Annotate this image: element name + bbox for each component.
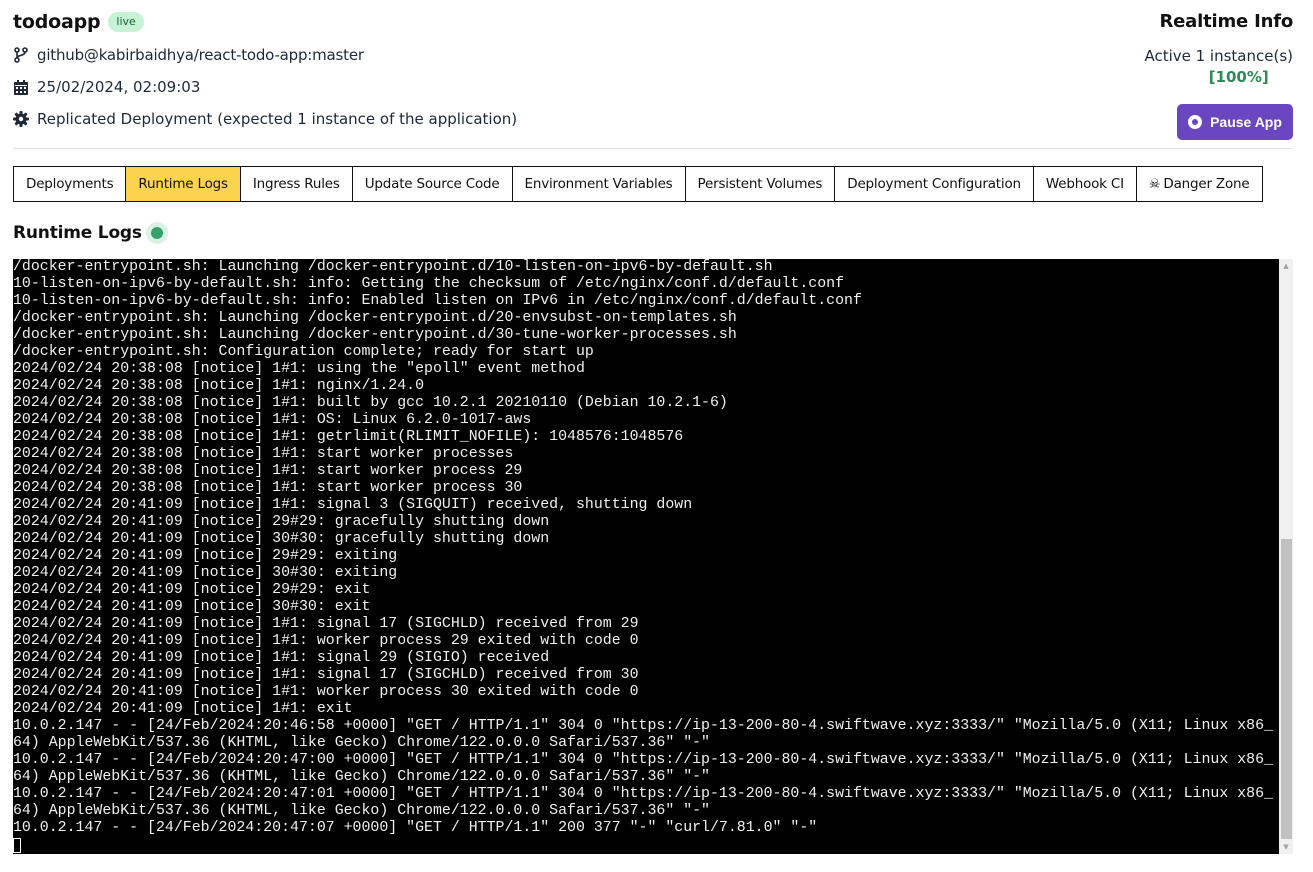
live-indicator-icon bbox=[145, 222, 168, 244]
log-line: /docker-entrypoint.sh: Launching /docker… bbox=[13, 259, 773, 275]
tab-label: Deployment Configuration bbox=[847, 176, 1021, 192]
tab-label: Environment Variables bbox=[524, 176, 673, 192]
app-name: todoapp bbox=[13, 11, 101, 33]
log-line: 2024/02/24 20:41:09 [notice] 30#30: grac… bbox=[13, 531, 550, 547]
gear-icon bbox=[13, 111, 29, 127]
stop-circle-icon bbox=[1188, 115, 1203, 129]
title-row: todoapp live bbox=[13, 8, 1293, 36]
log-line: 10.0.2.147 - - [24/Feb/2024:20:47:00 +00… bbox=[13, 752, 1273, 785]
log-line: 2024/02/24 20:41:09 [notice] 1#1: worker… bbox=[13, 684, 639, 700]
deployment-mode-row: Replicated Deployment (expected 1 instan… bbox=[13, 110, 517, 128]
tab-label: Update Source Code bbox=[364, 176, 500, 192]
log-scrollbar[interactable]: ▲ ▼ bbox=[1279, 259, 1293, 854]
log-line: 10-listen-on-ipv6-by-default.sh: info: E… bbox=[13, 293, 862, 309]
scroll-down-arrow-icon[interactable]: ▼ bbox=[1279, 840, 1293, 854]
tab-ingress-rules[interactable]: Ingress Rules bbox=[240, 167, 353, 201]
logs-header: Runtime Logs bbox=[13, 222, 168, 244]
tab-danger-zone[interactable]: ☠ Danger Zone bbox=[1136, 167, 1262, 201]
log-terminal[interactable]: /docker-entrypoint.sh: Launching /docker… bbox=[13, 259, 1293, 854]
log-line: 2024/02/24 20:41:09 [notice] 1#1: signal… bbox=[13, 667, 639, 683]
log-line: 2024/02/24 20:41:09 [notice] 1#1: exit bbox=[13, 701, 353, 717]
skull-crossbones-icon: ☠ bbox=[1148, 176, 1161, 192]
log-line: 2024/02/24 20:41:09 [notice] 30#30: exit… bbox=[13, 565, 398, 581]
log-line: 2024/02/24 20:41:09 [notice] 29#29: exit… bbox=[13, 548, 398, 564]
log-line: 2024/02/24 20:38:08 [notice] 1#1: built … bbox=[13, 395, 728, 411]
pause-app-label: Pause App bbox=[1210, 114, 1282, 130]
scrollbar-thumb[interactable] bbox=[1281, 539, 1292, 839]
source-repo: github@kabirbaidhya/react-todo-app:maste… bbox=[37, 46, 364, 64]
tab-bar: Deployments Runtime Logs Ingress Rules U… bbox=[13, 166, 1263, 202]
log-line: /docker-entrypoint.sh: Launching /docker… bbox=[13, 310, 737, 326]
terminal-cursor bbox=[13, 838, 21, 853]
source-row: github@kabirbaidhya/react-todo-app:maste… bbox=[13, 46, 364, 64]
log-line: 10-listen-on-ipv6-by-default.sh: info: G… bbox=[13, 276, 845, 292]
calendar-icon bbox=[13, 79, 29, 95]
log-output: /docker-entrypoint.sh: Launching /docker… bbox=[13, 259, 1279, 854]
active-instances: Active 1 instance(s) bbox=[1144, 47, 1293, 65]
log-line: 2024/02/24 20:38:08 [notice] 1#1: getrli… bbox=[13, 429, 684, 445]
tab-label: Danger Zone bbox=[1163, 176, 1250, 192]
log-line: 2024/02/24 20:38:08 [notice] 1#1: start … bbox=[13, 463, 523, 479]
tab-update-source-code[interactable]: Update Source Code bbox=[352, 167, 513, 201]
tab-runtime-logs[interactable]: Runtime Logs bbox=[126, 167, 241, 201]
log-line: 2024/02/24 20:38:08 [notice] 1#1: start … bbox=[13, 480, 523, 496]
log-line: 2024/02/24 20:41:09 [notice] 1#1: worker… bbox=[13, 633, 639, 649]
header-divider bbox=[13, 148, 1293, 149]
log-line: 2024/02/24 20:38:08 [notice] 1#1: start … bbox=[13, 446, 514, 462]
app-header: todoapp live github@kabirbaidhya/react-t… bbox=[13, 8, 1293, 148]
realtime-title: Realtime Info bbox=[1159, 11, 1294, 32]
tab-environment-variables[interactable]: Environment Variables bbox=[512, 167, 686, 201]
scroll-up-arrow-icon[interactable]: ▲ bbox=[1279, 259, 1293, 273]
tab-label: Webhook CI bbox=[1045, 176, 1124, 192]
deployment-mode: Replicated Deployment (expected 1 instan… bbox=[37, 110, 518, 128]
log-line: 10.0.2.147 - - [24/Feb/2024:20:46:58 +00… bbox=[13, 718, 1273, 751]
log-line: 2024/02/24 20:41:09 [notice] 1#1: signal… bbox=[13, 616, 639, 632]
log-line: 2024/02/24 20:41:09 [notice] 29#29: exit bbox=[13, 582, 371, 598]
log-line: 2024/02/24 20:41:09 [notice] 30#30: exit bbox=[13, 599, 371, 615]
log-line: 2024/02/24 20:38:08 [notice] 1#1: using … bbox=[13, 361, 585, 377]
status-badge: live bbox=[108, 12, 144, 32]
tab-label: Runtime Logs bbox=[138, 176, 228, 192]
deployed-date: 25/02/2024, 02:09:03 bbox=[37, 78, 201, 96]
realtime-info: Realtime Info Active 1 instance(s) [100%… bbox=[1144, 8, 1293, 88]
date-row: 25/02/2024, 02:09:03 bbox=[13, 78, 200, 96]
tab-persistent-volumes[interactable]: Persistent Volumes bbox=[685, 167, 836, 201]
log-line: 2024/02/24 20:38:08 [notice] 1#1: nginx/… bbox=[13, 378, 425, 394]
tab-deployments[interactable]: Deployments bbox=[14, 167, 127, 201]
log-line: 2024/02/24 20:41:09 [notice] 29#29: grac… bbox=[13, 514, 550, 530]
git-branch-icon bbox=[13, 47, 29, 63]
logs-title: Runtime Logs bbox=[13, 223, 142, 243]
tab-label: Persistent Volumes bbox=[697, 176, 823, 192]
log-line: 10.0.2.147 - - [24/Feb/2024:20:47:07 +00… bbox=[13, 820, 818, 836]
tab-deployment-configuration[interactable]: Deployment Configuration bbox=[835, 167, 1034, 201]
log-line: 2024/02/24 20:41:09 [notice] 1#1: signal… bbox=[13, 497, 693, 513]
log-line: 2024/02/24 20:41:09 [notice] 1#1: signal… bbox=[13, 650, 550, 666]
tab-webhook-ci[interactable]: Webhook CI bbox=[1033, 167, 1137, 201]
tab-label: Ingress Rules bbox=[252, 176, 340, 192]
log-line: 2024/02/24 20:38:08 [notice] 1#1: OS: Li… bbox=[13, 412, 532, 428]
tab-label: Deployments bbox=[26, 176, 114, 192]
log-line: 10.0.2.147 - - [24/Feb/2024:20:47:01 +00… bbox=[13, 786, 1273, 819]
log-line: /docker-entrypoint.sh: Configuration com… bbox=[13, 344, 594, 360]
pause-app-button[interactable]: Pause App bbox=[1177, 104, 1293, 140]
log-line: /docker-entrypoint.sh: Launching /docker… bbox=[13, 327, 737, 343]
active-percent: [100%] bbox=[1208, 68, 1269, 86]
